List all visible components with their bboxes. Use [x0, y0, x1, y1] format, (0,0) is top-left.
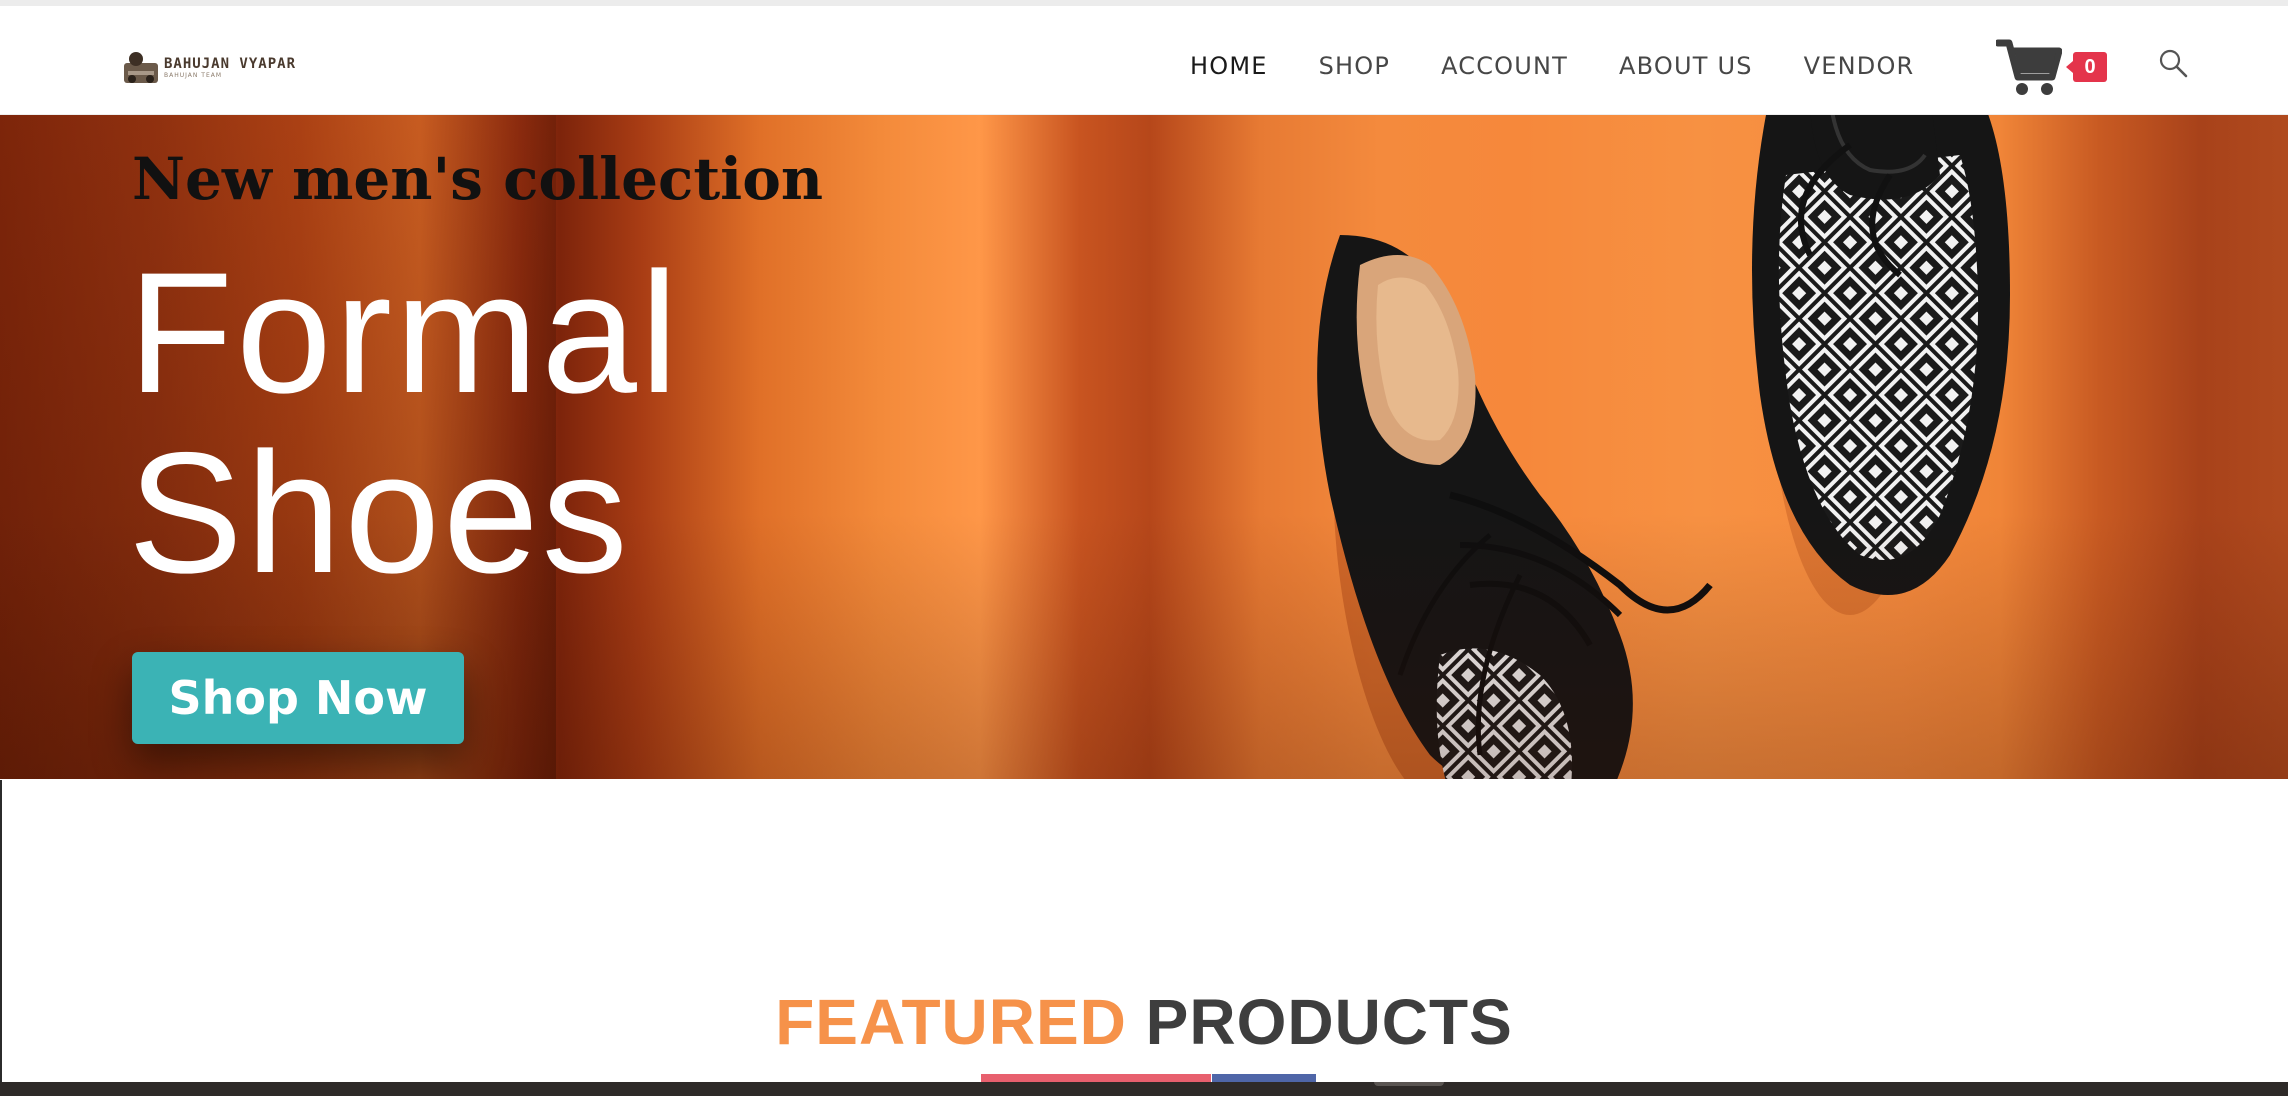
main-nav: HOME SHOP ACCOUNT ABOUT US VENDOR [1190, 36, 1965, 96]
hero-banner: New men's collection Formal Shoes Shop N… [0, 115, 2288, 779]
site-header: BAHUJAN VYAPAR BAHUJAN TEAM HOME SHOP AC… [0, 6, 2288, 115]
nav-item-shop[interactable]: SHOP [1319, 52, 1390, 80]
bottom-bar-handle [1374, 1082, 1444, 1086]
brand-name: BAHUJAN VYAPAR [164, 56, 297, 72]
nav-item-home[interactable]: HOME [1190, 52, 1268, 80]
hero-title-line-1: Formal [128, 237, 682, 429]
hero-kicker: New men's collection [132, 145, 824, 213]
nav-item-vendor[interactable]: VENDOR [1804, 52, 1915, 80]
nav-item-about-us[interactable]: ABOUT US [1619, 52, 1753, 80]
search-button[interactable] [2158, 48, 2188, 78]
product-tab-indicator-1[interactable] [981, 1074, 1211, 1082]
featured-heading-word-1: FEATURED [775, 986, 1127, 1058]
featured-heading-word-2: PRODUCTS [1145, 986, 1513, 1058]
product-tab-indicator-2[interactable] [1212, 1074, 1316, 1082]
cart-button[interactable]: 0 [1996, 34, 2108, 100]
brand-logo[interactable]: BAHUJAN VYAPAR BAHUJAN TEAM [124, 30, 330, 106]
brand-tagline: BAHUJAN TEAM [164, 72, 223, 79]
hero-title: Formal Shoes [128, 243, 681, 603]
nav-item-account[interactable]: ACCOUNT [1441, 52, 1568, 80]
featured-products-heading: FEATURED PRODUCTS [0, 985, 2288, 1059]
cart-count-badge: 0 [2066, 52, 2107, 82]
search-icon [2159, 49, 2188, 78]
shop-now-button[interactable]: Shop Now [132, 652, 464, 744]
logo-emblem-icon [124, 49, 158, 87]
bottom-bar [0, 1082, 2288, 1096]
cart-icon [1996, 39, 2062, 95]
hero-title-line-2: Shoes [128, 417, 631, 609]
